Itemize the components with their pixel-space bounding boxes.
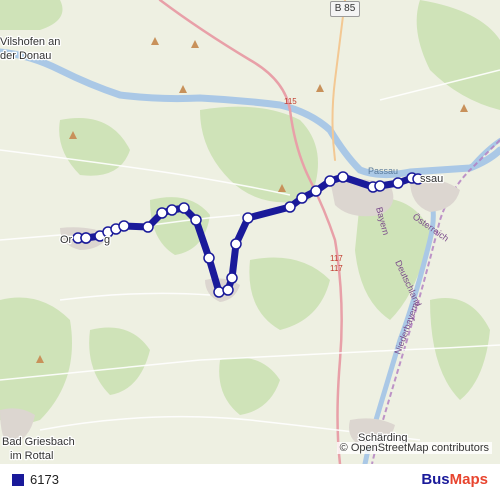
brand-logo-maps: Maps bbox=[449, 471, 488, 488]
road-shield-b85: B 85 bbox=[330, 1, 360, 17]
legend-route-label: 6173 bbox=[30, 472, 59, 487]
route-stop-marker[interactable] bbox=[296, 192, 308, 204]
route-stop-marker[interactable] bbox=[392, 177, 404, 189]
legend-bar: 6173 BusMaps bbox=[0, 464, 500, 500]
road-label-117-b: 117 bbox=[330, 264, 343, 273]
place-label-vilshofen-2: der Donau bbox=[0, 50, 51, 62]
place-label-bad-griesbach-1: Bad Griesbach bbox=[2, 436, 75, 448]
route-stop-marker[interactable] bbox=[190, 214, 202, 226]
route-stop-marker[interactable] bbox=[374, 180, 386, 192]
place-label-ortenburg-tail: g bbox=[104, 234, 110, 246]
route-stop-marker[interactable] bbox=[80, 232, 92, 244]
place-label-passau-small: Passau bbox=[368, 166, 398, 176]
place-label-ortenburg: Or bbox=[60, 234, 73, 246]
route-stop-marker[interactable] bbox=[242, 212, 254, 224]
route-stop-marker[interactable] bbox=[178, 202, 190, 214]
route-stop-marker[interactable] bbox=[324, 175, 336, 187]
place-label-bad-griesbach-2: im Rottal bbox=[10, 450, 53, 462]
legend-color-swatch bbox=[12, 474, 24, 486]
brand-logo[interactable]: BusMaps bbox=[421, 471, 488, 488]
place-label-vilshofen-1: Vilshofen an bbox=[0, 36, 60, 48]
route-stop-marker[interactable] bbox=[226, 272, 238, 284]
route-stop-marker[interactable] bbox=[156, 207, 168, 219]
route-stop-marker[interactable] bbox=[310, 185, 322, 197]
map-canvas[interactable]: Vilshofen an der Donau Passau ssau Or g … bbox=[0, 0, 500, 464]
place-label-passau: ssau bbox=[420, 173, 443, 185]
route-stop-marker[interactable] bbox=[222, 284, 234, 296]
map[interactable]: Vilshofen an der Donau Passau ssau Or g … bbox=[0, 0, 500, 464]
brand-logo-bus: Bus bbox=[421, 471, 450, 488]
route-stop-marker[interactable] bbox=[142, 221, 154, 233]
road-label-115: 115 bbox=[284, 97, 297, 106]
route-stop-marker[interactable] bbox=[118, 220, 130, 232]
map-attribution[interactable]: © OpenStreetMap contributors bbox=[336, 442, 492, 454]
route-stop-marker[interactable] bbox=[203, 252, 215, 264]
route-stop-marker[interactable] bbox=[284, 201, 296, 213]
route-stop-marker[interactable] bbox=[337, 171, 349, 183]
road-label-117-a: 117 bbox=[330, 254, 343, 263]
route-stop-marker[interactable] bbox=[166, 204, 178, 216]
route-stop-marker[interactable] bbox=[230, 238, 242, 250]
